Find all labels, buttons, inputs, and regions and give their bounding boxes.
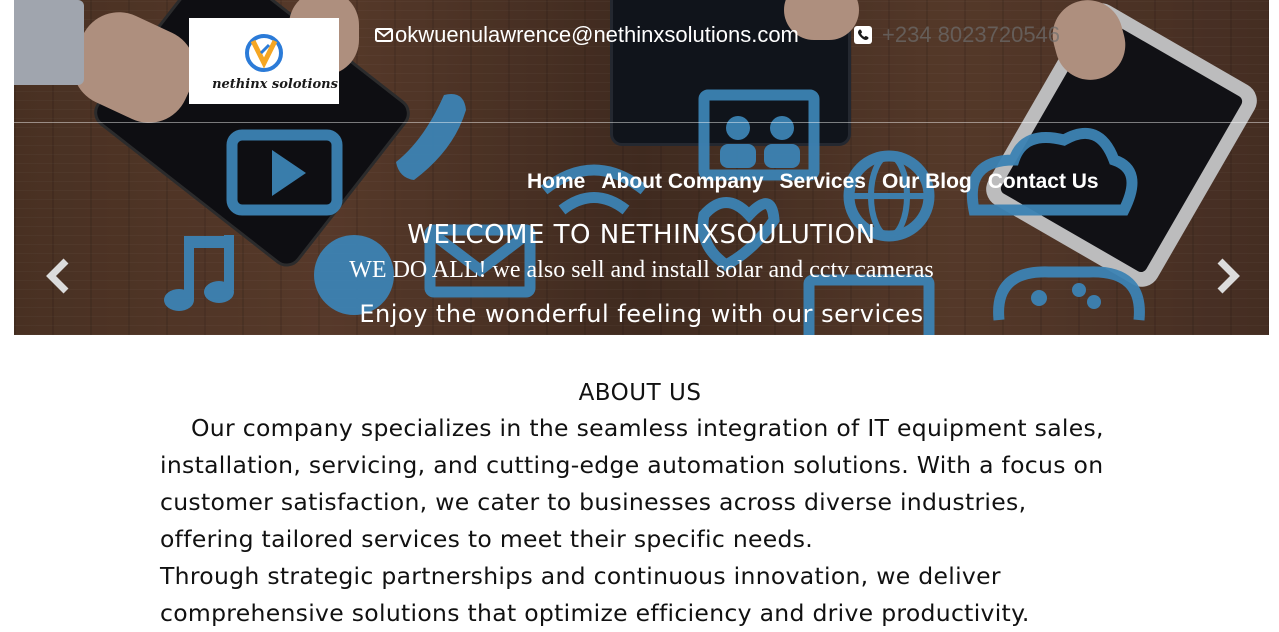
email-link[interactable]: okwuenulawrence@nethinxsolutions.com — [395, 22, 799, 48]
about-section: ABOUT US Our company specializes in the … — [160, 380, 1120, 632]
hero-title: WELCOME TO NETHINXSOULUTION — [407, 220, 876, 250]
phone-number[interactable]: +234 8023720546 — [882, 22, 1060, 48]
nav-our-blog[interactable]: Our Blog — [882, 170, 972, 194]
contact-phone[interactable]: +234 8023720546 — [854, 22, 1060, 48]
hero-subtitle: WE DO ALL! we also sell and install sola… — [349, 257, 934, 283]
contact-email[interactable]: okwuenulawrence@nethinxsolutions.com — [375, 22, 799, 48]
hero-carousel: nethinx solotions okwuenulawrence@nethin… — [14, 0, 1269, 335]
nav-services[interactable]: Services — [780, 170, 866, 194]
main-nav: Home About Company Services Our Blog Con… — [527, 170, 1099, 194]
envelope-icon — [375, 28, 393, 42]
nav-contact-us[interactable]: Contact Us — [988, 170, 1099, 194]
hero-tagline: Enjoy the wonderful feeling with our ser… — [359, 300, 924, 328]
about-paragraph: Through strategic partnerships and conti… — [160, 562, 1030, 627]
company-logo[interactable]: nethinx solotions — [189, 18, 339, 104]
phone-square-icon — [854, 26, 872, 44]
chevron-left-icon[interactable] — [44, 257, 72, 295]
nav-about-company[interactable]: About Company — [601, 170, 763, 194]
logo-mark-icon — [245, 33, 283, 72]
header-divider — [14, 122, 1269, 123]
about-title: ABOUT US — [578, 380, 702, 406]
chevron-right-icon[interactable] — [1214, 257, 1242, 295]
logo-text: nethinx solotions — [212, 76, 338, 92]
nav-home[interactable]: Home — [527, 170, 585, 194]
about-paragraph: Our company specializes in the seamless … — [160, 414, 1104, 553]
